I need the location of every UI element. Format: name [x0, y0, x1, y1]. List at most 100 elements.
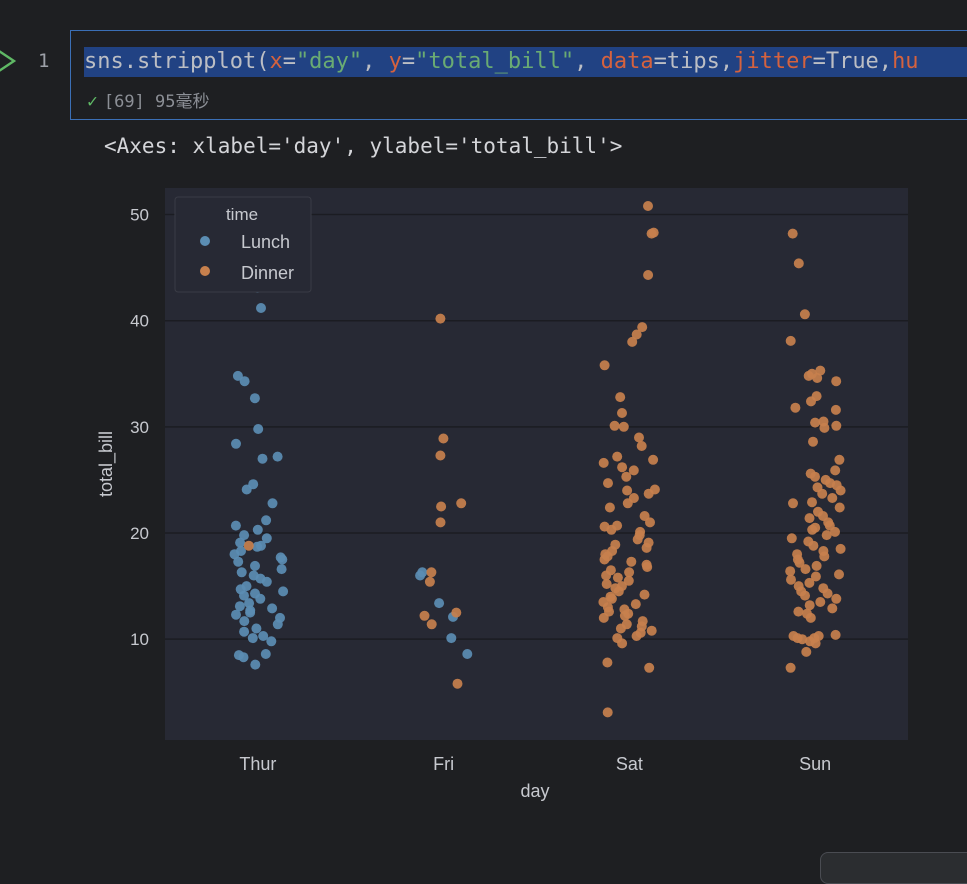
data-point-dinner: [822, 588, 833, 599]
data-point-lunch: [257, 453, 268, 464]
code-token: =tips,: [653, 49, 734, 74]
x-tick-label: Fri: [433, 754, 454, 774]
data-point-dinner: [819, 422, 830, 433]
data-point-lunch: [250, 560, 260, 571]
x-tick-label: Thur: [239, 754, 276, 774]
execution-count: [69]: [103, 92, 145, 112]
data-point-dinner: [435, 313, 446, 324]
data-point-lunch: [231, 438, 241, 449]
data-point-dinner: [631, 631, 642, 641]
data-point-lunch: [446, 633, 457, 644]
data-point-dinner: [805, 612, 816, 623]
data-point-dinner: [807, 524, 818, 535]
data-point-dinner: [618, 421, 629, 432]
data-point-dinner: [452, 678, 463, 689]
data-point-dinner: [834, 569, 844, 580]
legend: time Lunch Dinner: [174, 196, 312, 293]
data-point-dinner: [810, 471, 820, 482]
data-point-dinner: [602, 707, 613, 718]
legend-marker-dinner: [200, 266, 210, 276]
data-point-lunch: [415, 570, 426, 581]
data-point-lunch: [250, 659, 261, 670]
data-point-dinner: [617, 408, 627, 418]
run-arrow-icon[interactable]: [0, 46, 18, 76]
data-point-dinner: [621, 471, 632, 482]
code-token: ,: [362, 49, 389, 74]
data-point-dinner: [827, 493, 838, 503]
data-point-dinner: [419, 610, 430, 621]
data-point-dinner: [827, 603, 838, 614]
data-point-dinner: [606, 593, 617, 604]
data-point-dinner: [598, 612, 609, 623]
data-point-lunch: [251, 623, 262, 634]
data-point-dinner: [643, 488, 654, 499]
data-point-lunch: [272, 451, 283, 462]
data-point-lunch: [231, 609, 241, 620]
data-point-dinner: [815, 597, 826, 607]
chart-figure: 10 20 30 40 50 Thur Fri Sat Sun total_bill day …: [84, 177, 937, 817]
data-point-lunch: [267, 498, 278, 509]
data-point-dinner: [785, 566, 796, 577]
code-line[interactable]: sns.stripplot(x="day", y="total_bill", d…: [84, 47, 967, 77]
code-token: =: [282, 49, 296, 74]
data-point-dinner: [615, 623, 626, 634]
code-token: hu: [892, 49, 919, 74]
data-point-dinner: [426, 567, 437, 578]
legend-label-lunch: Lunch: [241, 232, 290, 252]
data-point-dinner: [619, 610, 630, 621]
check-icon: ✓: [87, 91, 98, 112]
data-point-dinner: [812, 373, 823, 383]
x-tick-label: Sun: [799, 754, 831, 774]
x-tick-label: Sat: [616, 754, 643, 774]
data-point-dinner: [834, 454, 845, 465]
data-point-dinner: [612, 451, 623, 462]
data-point-dinner: [810, 638, 821, 649]
execution-time: 95毫秒: [155, 92, 210, 112]
data-point-lunch: [253, 424, 264, 434]
data-point-lunch: [233, 556, 244, 567]
data-point-dinner: [426, 619, 437, 630]
execution-status: ✓ [69] 95毫秒: [87, 87, 210, 112]
data-point-lunch: [239, 376, 250, 387]
data-point-dinner: [801, 646, 812, 657]
data-point-dinner: [435, 450, 446, 461]
data-point-dinner: [617, 638, 628, 649]
data-point-dinner: [808, 540, 819, 551]
data-point-lunch: [230, 520, 241, 531]
data-point-lunch: [277, 554, 288, 565]
data-point-dinner: [641, 542, 652, 553]
code-token: jitter: [733, 49, 813, 74]
data-point-dinner: [803, 370, 814, 381]
data-point-dinner: [786, 574, 796, 585]
data-point-dinner: [799, 309, 810, 320]
data-point-dinner: [612, 572, 623, 583]
data-point-dinner: [800, 564, 811, 575]
data-point-dinner: [624, 567, 635, 578]
data-point-dinner: [786, 533, 797, 544]
code-token: sns.stripplot(: [84, 49, 270, 74]
strip-plot: 1020304050 Thur Fri Sat Sun total_bill day …: [96, 188, 908, 801]
data-point-dinner: [804, 600, 815, 611]
data-point-dinner: [604, 502, 615, 513]
legend-marker-lunch: [200, 236, 210, 246]
data-point-dinner: [243, 540, 254, 551]
data-point-lunch: [236, 567, 247, 578]
data-point-dinner: [645, 517, 655, 528]
legend-title: time: [226, 205, 258, 224]
data-point-dinner: [626, 556, 637, 567]
data-point-lunch: [261, 515, 272, 526]
data-point-dinner: [644, 662, 655, 673]
data-point-lunch: [266, 636, 277, 647]
code-cell[interactable]: sns.stripplot(x="day", y="total_bill", d…: [70, 30, 967, 120]
data-point-dinner: [819, 551, 830, 562]
data-point-dinner: [627, 336, 638, 347]
data-point-lunch: [462, 649, 473, 659]
bottom-toolbar-widget[interactable]: [820, 852, 967, 884]
code-token: =: [401, 49, 416, 74]
data-point-dinner: [830, 465, 841, 476]
data-point-lunch: [261, 576, 272, 587]
data-point-dinner: [646, 625, 657, 636]
y-tick-label: 10: [130, 630, 149, 649]
data-point-lunch: [278, 586, 289, 597]
data-point-dinner: [622, 498, 633, 509]
